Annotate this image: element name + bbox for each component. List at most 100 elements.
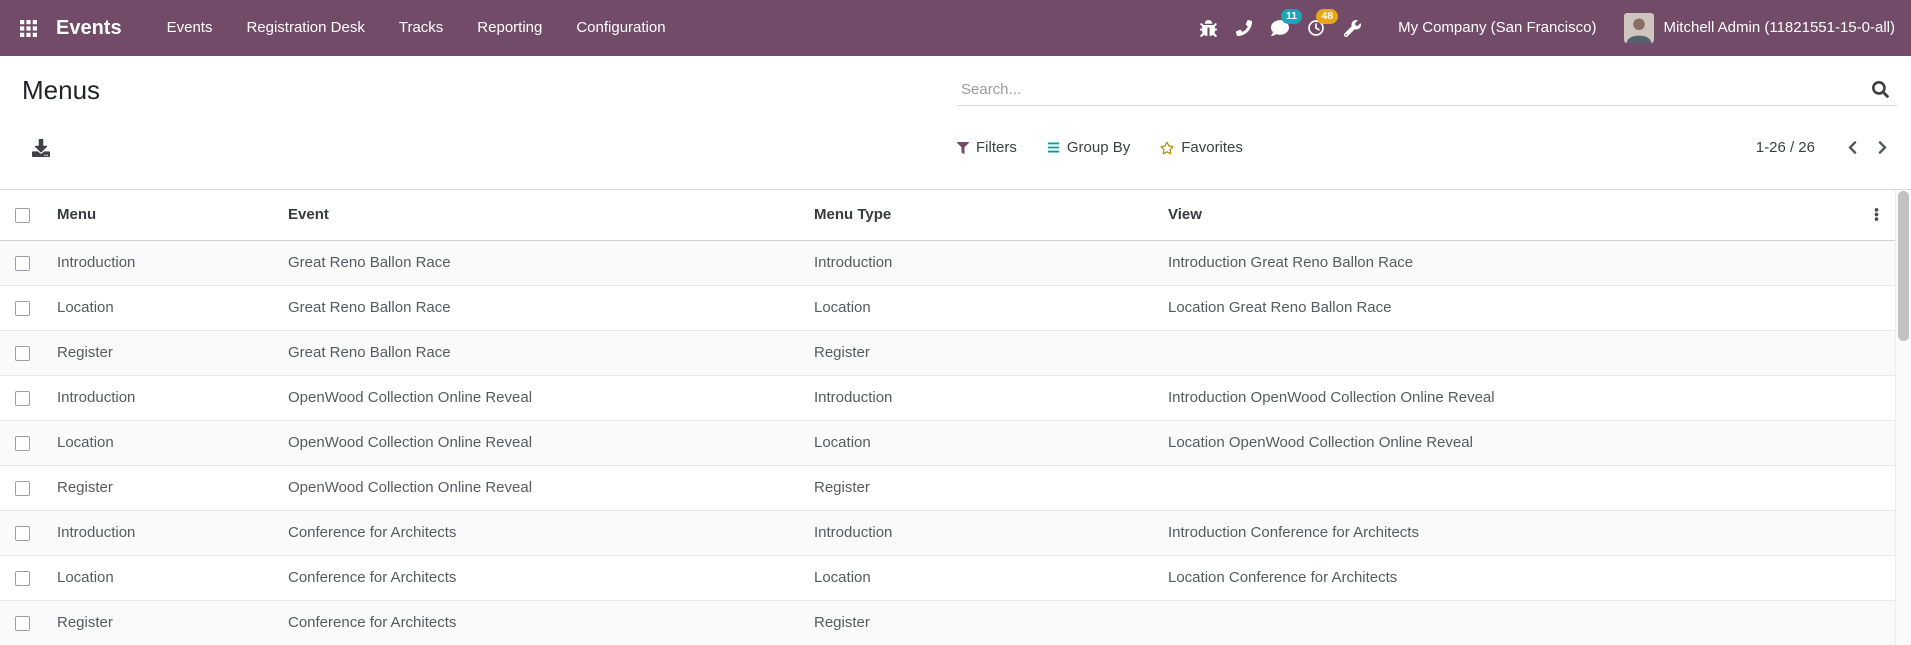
cell-menu[interactable]: Location [45,555,276,601]
cell-view[interactable]: Location OpenWood Collection Online Reve… [1156,420,1858,466]
cell-view[interactable]: Introduction Great Reno Ballon Race [1156,240,1858,286]
group-by-button[interactable]: Group By [1047,139,1130,156]
messages-button[interactable]: 11 [1262,0,1303,56]
cell-menu-type[interactable]: Introduction [802,510,1156,556]
cell-menu[interactable]: Register [45,330,276,376]
table-row[interactable]: Introduction Conference for Architects I… [0,510,1895,556]
filters-button[interactable]: Filters [957,139,1017,156]
row-checkbox[interactable] [15,435,30,451]
menu-item-events[interactable]: Events [150,0,230,56]
cell-event[interactable]: Conference for Architects [276,555,802,601]
cell-event[interactable]: OpenWood Collection Online Reveal [276,465,802,511]
cell-menu[interactable]: Register [45,600,276,645]
row-checkbox[interactable] [15,300,30,316]
cell-event[interactable]: Great Reno Ballon Race [276,285,802,331]
table-body: Introduction Great Reno Ballon Race Intr… [0,240,1895,645]
menu-item-tracks[interactable]: Tracks [382,0,460,56]
app-name[interactable]: Events [56,17,122,40]
table-row[interactable]: Location OpenWood Collection Online Reve… [0,420,1895,466]
cell-menu-type[interactable]: Register [802,600,1156,645]
activities-button[interactable]: 48 [1298,0,1339,56]
debug-button[interactable] [1190,0,1226,56]
menus-table: Menu Event Menu Type View Introduction G… [0,190,1895,645]
cell-event[interactable]: Conference for Architects [276,600,802,645]
cell-menu-type[interactable]: Introduction [802,375,1156,421]
search-icon [1872,81,1889,98]
cell-menu-type[interactable]: Register [802,330,1156,376]
optional-columns-toggle[interactable] [1866,201,1887,228]
cell-menu-type[interactable]: Register [802,465,1156,511]
cell-menu-type[interactable]: Location [802,555,1156,601]
pager-next-button[interactable] [1867,133,1897,163]
cell-view[interactable]: Introduction OpenWood Collection Online … [1156,375,1858,421]
voip-phone-button[interactable] [1226,0,1262,56]
cell-view[interactable] [1156,465,1858,511]
cell-menu[interactable]: Register [45,465,276,511]
select-all-checkbox[interactable] [15,207,30,223]
cell-spacer [1858,330,1895,376]
cell-menu[interactable]: Introduction [45,240,276,286]
cell-event[interactable]: OpenWood Collection Online Reveal [276,375,802,421]
cell-menu-type[interactable]: Location [802,285,1156,331]
column-header-event[interactable]: Event [276,190,802,241]
menu-item-reporting[interactable]: Reporting [460,0,559,56]
control-panel-bottom: Filters Group By Favorites 1-26 / 26 [0,106,1911,189]
user-menu[interactable]: Mitchell Admin (11821551-15-0-all) [1654,0,1897,56]
row-checkbox[interactable] [15,525,30,541]
row-checkbox[interactable] [15,345,30,361]
cell-menu[interactable]: Introduction [45,510,276,556]
star-icon [1160,141,1174,155]
list-view: Menu Event Menu Type View Introduction G… [0,189,1911,645]
chevron-left-icon [1847,140,1858,155]
menu-item-registration-desk[interactable]: Registration Desk [229,0,381,56]
cell-event[interactable]: Great Reno Ballon Race [276,240,802,286]
favorites-button[interactable]: Favorites [1160,139,1243,156]
table-row[interactable]: Register Great Reno Ballon Race Register [0,330,1895,376]
column-header-menu[interactable]: Menu [45,190,276,241]
search-button[interactable] [1866,81,1895,98]
cell-view[interactable] [1156,600,1858,645]
pager: 1-26 / 26 [1756,133,1897,163]
column-header-menu-type[interactable]: Menu Type [802,190,1156,241]
row-checkbox[interactable] [15,255,30,271]
table-row[interactable]: Location Great Reno Ballon Race Location… [0,285,1895,331]
row-checkbox[interactable] [15,570,30,586]
search-input[interactable] [961,81,1866,98]
company-switcher[interactable]: My Company (San Francisco) [1388,0,1606,56]
table-row[interactable]: Register Conference for Architects Regis… [0,600,1895,645]
table-row[interactable]: Introduction Great Reno Ballon Race Intr… [0,240,1895,286]
user-avatar[interactable] [1624,13,1655,43]
cell-spacer [1858,420,1895,466]
vertical-scrollbar[interactable] [1895,190,1911,645]
cell-menu-type[interactable]: Introduction [802,240,1156,286]
table-header-row: Menu Event Menu Type View [0,190,1895,241]
cell-menu[interactable]: Location [45,420,276,466]
cell-event[interactable]: Great Reno Ballon Race [276,330,802,376]
cell-view[interactable]: Introduction Conference for Architects [1156,510,1858,556]
cell-event[interactable]: OpenWood Collection Online Reveal [276,420,802,466]
row-checkbox[interactable] [15,480,30,496]
wrench-icon [1343,19,1361,37]
tools-button[interactable] [1334,0,1370,56]
cell-event[interactable]: Conference for Architects [276,510,802,556]
cell-menu-type[interactable]: Location [802,420,1156,466]
table-row[interactable]: Register OpenWood Collection Online Reve… [0,465,1895,511]
cell-view[interactable]: Location Great Reno Ballon Race [1156,285,1858,331]
table-row[interactable]: Introduction OpenWood Collection Online … [0,375,1895,421]
cell-view[interactable]: Location Conference for Architects [1156,555,1858,601]
scrollbar-thumb[interactable] [1898,191,1909,341]
column-header-view[interactable]: View [1156,190,1858,241]
row-checkbox-cell [0,420,45,466]
export-button[interactable] [28,135,54,161]
pager-previous-button[interactable] [1837,133,1867,163]
table-row[interactable]: Location Conference for Architects Locat… [0,555,1895,601]
cell-view[interactable] [1156,330,1858,376]
row-checkbox[interactable] [15,390,30,406]
row-checkbox-cell [0,330,45,376]
row-checkbox-cell [0,240,45,286]
cell-menu[interactable]: Introduction [45,375,276,421]
cell-menu[interactable]: Location [45,285,276,331]
menu-item-configuration[interactable]: Configuration [559,0,682,56]
row-checkbox[interactable] [15,615,30,631]
apps-menu-button[interactable] [8,0,48,56]
